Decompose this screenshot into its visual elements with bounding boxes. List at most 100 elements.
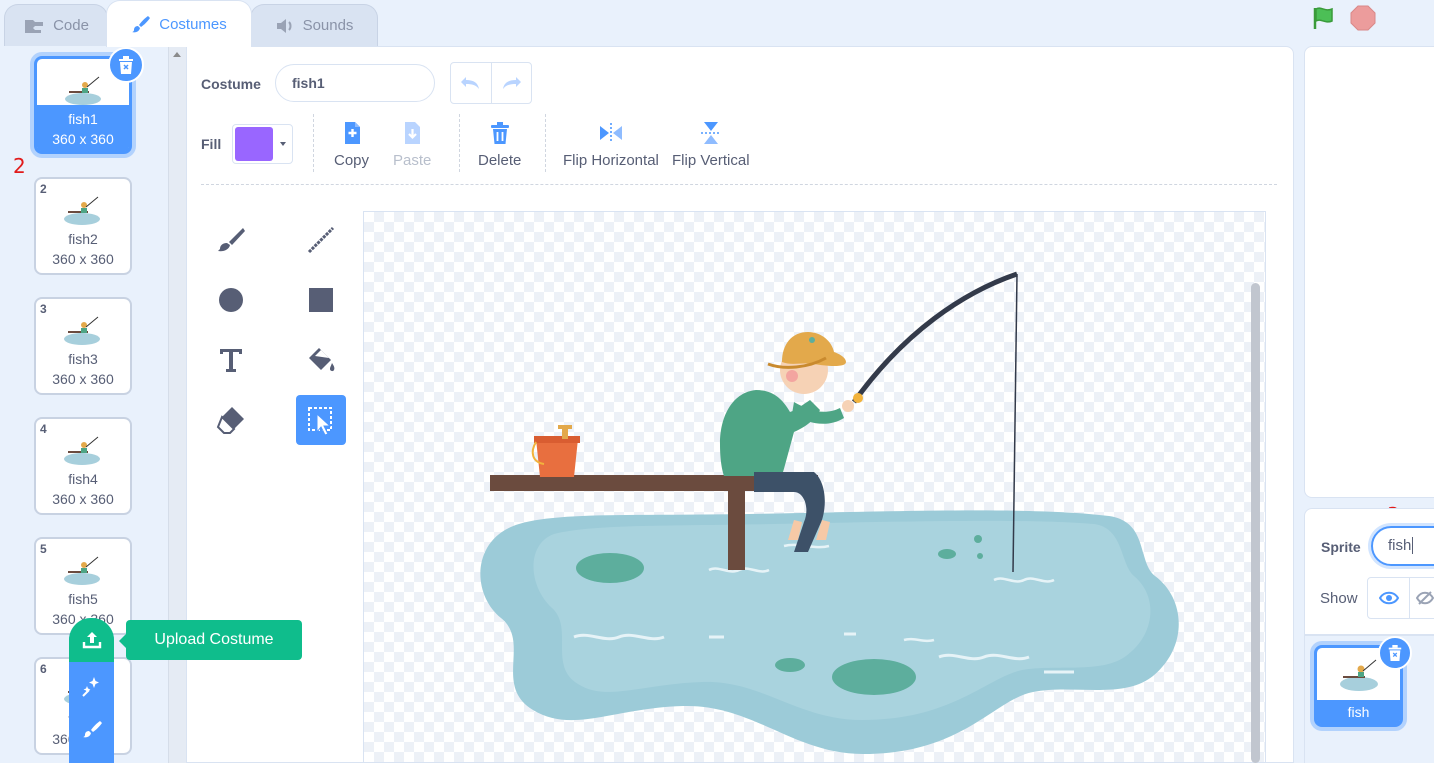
flip-horizontal-label: Flip Horizontal: [563, 152, 659, 169]
fill-tool[interactable]: [296, 335, 346, 385]
chevron-down-icon: [280, 142, 286, 146]
rectangle-tool-icon: [309, 288, 333, 312]
costume-size: 360 x 360: [52, 371, 114, 387]
costume-name: fish4: [68, 471, 98, 487]
sprite-tile-name: fish: [1317, 700, 1400, 724]
trash-icon: [119, 56, 133, 74]
costume-tile-4[interactable]: 4 fish4 360 x 360: [34, 417, 132, 515]
tab-costumes-label: Costumes: [159, 15, 227, 33]
upload-costume-button[interactable]: [69, 618, 114, 662]
costume-thumbnail: [64, 556, 100, 585]
sprite-name-input[interactable]: fish: [1371, 526, 1434, 566]
tab-code[interactable]: Code: [4, 4, 108, 46]
costume-number: 1: [41, 62, 48, 76]
costume-label: Costume: [201, 76, 261, 92]
costume-number: 4: [40, 422, 47, 436]
costume-number: 2: [40, 182, 47, 196]
drawing-canvas[interactable]: [363, 211, 1266, 763]
paste-button[interactable]: Paste: [393, 120, 431, 169]
trash-icon: [490, 122, 509, 144]
show-visible-button[interactable]: [1367, 577, 1410, 619]
eraser-tool[interactable]: [206, 395, 256, 445]
upload-costume-tooltip: Upload Costume: [119, 620, 302, 660]
costume-name: fish3: [68, 351, 98, 367]
paintbrush-icon: [82, 721, 102, 738]
editor-tabs: Code Costumes Sounds: [0, 0, 1290, 47]
brush-tool-icon: [218, 228, 245, 252]
paste-icon: [405, 122, 421, 144]
eye-icon: [1378, 591, 1399, 605]
undo-redo-group: [450, 62, 532, 104]
green-flag-icon[interactable]: [1311, 5, 1337, 31]
toolbar-divider: [313, 114, 314, 172]
circle-tool[interactable]: [206, 275, 256, 325]
text-tool-icon: [220, 349, 242, 372]
costume-thumbnail: [64, 196, 100, 225]
undo-button[interactable]: [451, 63, 492, 103]
costume-tile-2[interactable]: 2 fish2 360 x 360: [34, 177, 132, 275]
copy-label: Copy: [334, 152, 370, 169]
rectangle-tool[interactable]: [296, 275, 346, 325]
redo-button[interactable]: [492, 63, 532, 103]
flip-vertical-button[interactable]: Flip Vertical: [672, 120, 750, 169]
line-tool-icon: [307, 226, 335, 254]
toolbar-divider: [459, 114, 460, 172]
tab-sounds[interactable]: Sounds: [250, 4, 378, 46]
brush-tool[interactable]: [206, 215, 256, 265]
costume-number: 5: [40, 542, 47, 556]
text-tool[interactable]: [206, 335, 256, 385]
costume-thumbnail: [64, 436, 100, 465]
copy-button[interactable]: Copy: [334, 120, 369, 169]
toolbar-divider: [545, 114, 546, 172]
tab-code-label: Code: [53, 17, 89, 34]
delete-sprite-button[interactable]: [1378, 636, 1412, 670]
undo-icon: [460, 77, 479, 89]
costume-name-input[interactable]: fish1: [275, 64, 435, 102]
show-label: Show: [1320, 590, 1358, 607]
text-cursor: [1412, 537, 1414, 554]
canvas-scrollbar[interactable]: [1251, 283, 1260, 763]
sprite-label: Sprite: [1321, 539, 1361, 555]
select-tool[interactable]: [296, 395, 346, 445]
fill-color-picker[interactable]: [232, 124, 293, 164]
eraser-icon: [216, 407, 244, 434]
fill-color-swatch: [235, 127, 273, 161]
surprise-costume-button[interactable]: [69, 664, 114, 708]
sparkle-icon: [81, 677, 99, 697]
fishing-boy-artwork: [480, 271, 1179, 754]
sprite-thumbnail: [1340, 659, 1378, 691]
costume-tile-3[interactable]: 3 fish3 360 x 360: [34, 297, 132, 395]
delete-button[interactable]: Delete: [478, 120, 521, 169]
speaker-icon: [276, 18, 292, 33]
costume-name: fish2: [68, 231, 98, 247]
tab-sounds-label: Sounds: [302, 17, 354, 34]
flip-vertical-icon: [700, 122, 721, 144]
stop-icon[interactable]: [1350, 5, 1376, 31]
costume-number: 3: [40, 302, 47, 316]
costume-name: fish5: [68, 591, 98, 607]
toolbar-separator: [201, 184, 1277, 185]
fill-bucket-icon: [309, 348, 335, 372]
trash-icon: [1388, 645, 1402, 661]
select-cursor-icon: [308, 407, 332, 436]
costume-thumbnail: [65, 76, 101, 105]
sprite-name-value: fish: [1388, 537, 1412, 554]
flip-horizontal-button[interactable]: Flip Horizontal: [563, 120, 659, 169]
code-icon: [25, 19, 44, 33]
paste-label: Paste: [393, 152, 432, 169]
fill-label: Fill: [201, 136, 222, 152]
add-costume-menu: [69, 618, 114, 763]
line-tool[interactable]: [296, 215, 346, 265]
tab-costumes[interactable]: Costumes: [106, 0, 252, 47]
costume-name: fish1: [68, 111, 98, 127]
flip-vertical-label: Flip Vertical: [672, 152, 750, 169]
annotation-marker: 2: [13, 154, 26, 178]
costume-number: 6: [40, 662, 47, 676]
delete-label: Delete: [478, 152, 522, 169]
stage-preview[interactable]: [1304, 46, 1434, 498]
show-hidden-button[interactable]: [1410, 577, 1434, 619]
paint-costume-button[interactable]: [69, 708, 114, 752]
costume-size: 360 x 360: [52, 251, 114, 267]
flip-horizontal-icon: [599, 123, 622, 143]
delete-costume-button[interactable]: [108, 47, 144, 83]
